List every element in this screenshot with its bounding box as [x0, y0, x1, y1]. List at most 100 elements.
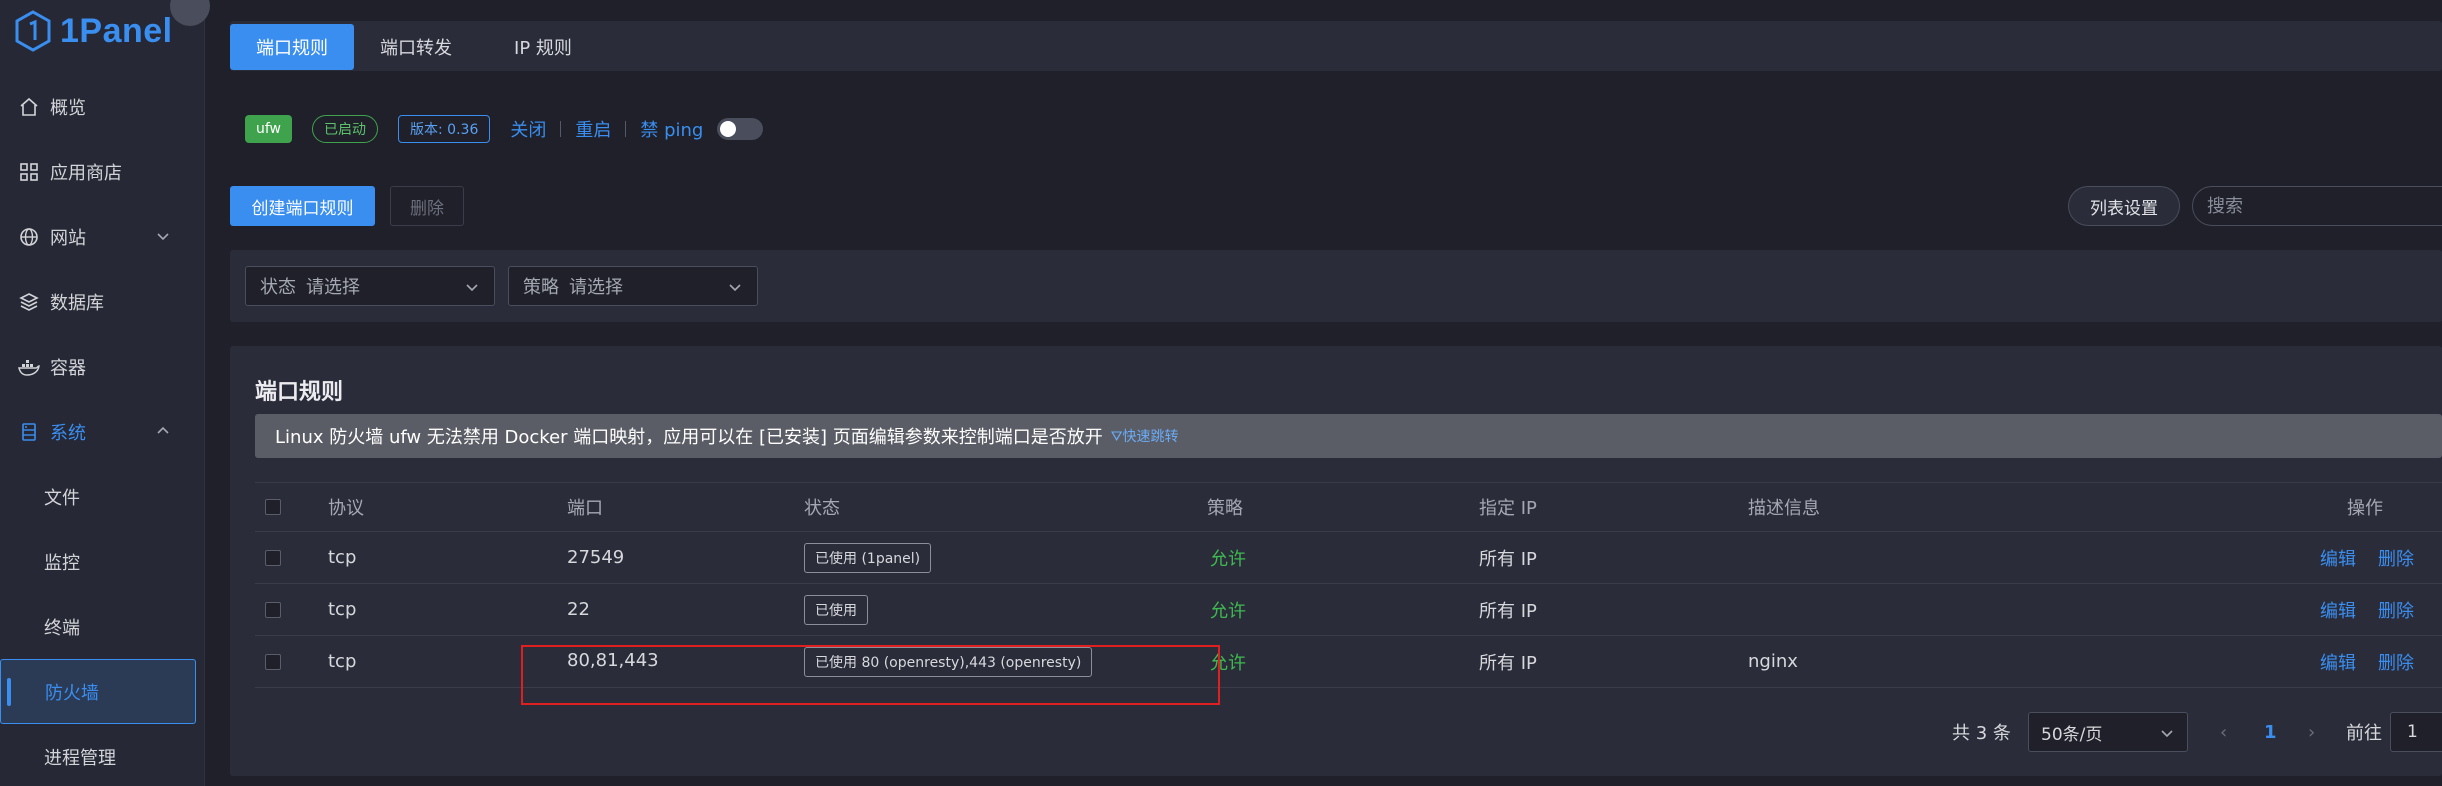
status-tag: 已使用 [804, 594, 868, 625]
cell-port: 22 [567, 599, 590, 620]
cell-protocol: tcp [328, 547, 357, 568]
row-checkbox-cell[interactable] [265, 532, 281, 583]
row-checkbox[interactable] [265, 549, 281, 566]
disable-ping-toggle[interactable] [717, 118, 764, 140]
delete-row-button[interactable]: 删除 [2378, 649, 2414, 675]
cell-ip: 所有 IP [1479, 652, 1537, 674]
goto-page-input[interactable]: 1 [2390, 712, 2442, 752]
sidebar-item-container[interactable]: 容器 [0, 334, 205, 399]
tab-port-forward[interactable]: 端口转发 [354, 24, 478, 70]
row-checkbox-cell[interactable] [265, 636, 281, 687]
header-description: 描述信息 [1748, 498, 1820, 519]
table-header: 协议 端口 状态 策略 指定 IP 描述信息 操作 [255, 482, 2442, 532]
table-row: tcp 22 已使用 允许 所有 IP 编辑 删除 [255, 584, 2442, 636]
sidebar-item-label: 概览 [50, 97, 86, 119]
logo[interactable]: 1Panel [14, 6, 173, 56]
edit-button[interactable]: 编辑 [2320, 545, 2356, 571]
cell-status: 已使用 (1panel) [804, 532, 932, 583]
page-number-current[interactable]: 1 [2264, 712, 2277, 752]
sidebar-item-overview[interactable]: 概览 [0, 74, 205, 139]
docker-icon [18, 356, 40, 378]
tab-ip-rules[interactable]: IP 规则 [480, 24, 606, 70]
cell-ip: 所有 IP [1479, 548, 1537, 570]
firewall-status-row: ufw 已启动 版本: 0.36 关闭 重启 禁 ping [245, 112, 764, 146]
search-input[interactable] [2207, 195, 2427, 217]
table-row: tcp 27549 已使用 (1panel) 允许 所有 IP 编辑 删除 [255, 532, 2442, 584]
page-size-value: 50条/页 [2041, 724, 2103, 745]
cell-protocol: tcp [328, 651, 357, 672]
grid-icon [18, 161, 40, 183]
highlight-annotation [521, 645, 1220, 705]
sidebar-item-label: 进程管理 [44, 747, 116, 769]
select-placeholder: 请选择 [306, 277, 360, 298]
logo-hexagon-icon [15, 10, 51, 52]
status-tag: 已使用 (1panel) [804, 542, 932, 573]
header-status: 状态 [804, 498, 840, 519]
sidebar-item-firewall[interactable]: 防火墙 [0, 659, 196, 724]
select-placeholder: 请选择 [569, 277, 623, 298]
restart-firewall-link[interactable]: 重启 [575, 116, 611, 142]
sidebar-item-app-store[interactable]: 应用商店 [0, 139, 205, 204]
strategy-filter-select[interactable]: 策略 请选择 [508, 266, 758, 306]
sidebar-item-terminal[interactable]: 终端 [0, 594, 205, 659]
edit-button[interactable]: 编辑 [2320, 649, 2356, 675]
sidebar-item-website[interactable]: 网站 [0, 204, 205, 269]
docker-warning-alert: Linux 防火墙 ufw 无法禁用 Docker 端口映射，应用可以在 [已安… [255, 414, 2442, 458]
disable-ping-label: 禁 ping [640, 120, 704, 141]
delete-row-button[interactable]: 删除 [2378, 597, 2414, 623]
sidebar-item-database[interactable]: 数据库 [0, 269, 205, 334]
sidebar-item-label: 文件 [44, 487, 80, 509]
cell-operations: 编辑 删除 [2320, 584, 2436, 635]
delete-button[interactable]: 删除 [390, 186, 464, 226]
sidebar-item-label: 数据库 [50, 292, 104, 314]
sidebar-item-label: 应用商店 [50, 162, 122, 184]
select-all-checkbox[interactable] [265, 499, 281, 515]
select-all-checkbox-cell[interactable] [265, 483, 281, 531]
cell-ip: 所有 IP [1479, 600, 1537, 622]
status-filter-select[interactable]: 状态 请选择 [245, 266, 495, 306]
logo-text: 1Panel [60, 11, 173, 50]
home-icon [18, 96, 40, 118]
tab-bar: 端口规则 端口转发 IP 规则 [230, 21, 2442, 71]
sidebar-item-label: 网站 [50, 227, 86, 249]
sidebar-item-monitor[interactable]: 监控 [0, 529, 205, 594]
layers-icon [18, 291, 40, 313]
alert-text: Linux 防火墙 ufw 无法禁用 Docker 端口映射，应用可以在 [已安… [275, 427, 1103, 448]
sidebar-item-process[interactable]: 进程管理 [0, 724, 205, 786]
row-checkbox-cell[interactable] [265, 584, 281, 635]
cell-status: 已使用 [804, 584, 868, 635]
pagination-total: 共 3 条 [1952, 723, 2011, 744]
row-checkbox[interactable] [265, 601, 281, 618]
chevron-down-icon [729, 284, 741, 292]
sidebar-item-label: 监控 [44, 552, 80, 574]
page-size-select[interactable]: 50条/页 [2028, 712, 2188, 752]
firewall-state-badge: 已启动 [312, 115, 379, 143]
version-badge: 版本: 0.36 [398, 115, 491, 143]
table-title: 端口规则 [255, 380, 344, 405]
quick-jump-link[interactable]: ⛛快速跳转 [1111, 426, 1179, 446]
cell-strategy: 允许 [1210, 600, 1246, 622]
column-settings-button[interactable]: 列表设置 [2068, 186, 2180, 226]
collapse-bubble[interactable] [170, 0, 210, 26]
header-protocol: 协议 [328, 498, 364, 519]
cell-description: nginx [1748, 651, 1798, 672]
sidebar: 1Panel 概览 应用商店 网站 数据库 容器 系统 文件 监控 终端 防火墙… [0, 0, 210, 786]
sidebar-item-files[interactable]: 文件 [0, 464, 205, 529]
search-box[interactable] [2192, 186, 2442, 226]
sidebar-item-system[interactable]: 系统 [0, 399, 205, 464]
cell-port: 27549 [567, 547, 625, 568]
divider [560, 121, 562, 137]
server-icon [18, 421, 40, 443]
sidebar-menu: 概览 应用商店 网站 数据库 容器 系统 文件 监控 终端 防火墙 进程管理 [0, 74, 205, 786]
prev-page-icon[interactable]: ‹ [2220, 712, 2227, 752]
tab-port-rules[interactable]: 端口规则 [230, 24, 354, 70]
next-page-icon[interactable]: › [2308, 712, 2315, 752]
divider [625, 121, 627, 137]
row-checkbox[interactable] [265, 653, 281, 670]
sidebar-item-label: 容器 [50, 357, 86, 379]
delete-row-button[interactable]: 删除 [2378, 545, 2414, 571]
stop-firewall-link[interactable]: 关闭 [510, 116, 546, 142]
edit-button[interactable]: 编辑 [2320, 597, 2356, 623]
create-port-rule-button[interactable]: 创建端口规则 [230, 186, 375, 226]
chevron-up-icon [157, 426, 169, 434]
